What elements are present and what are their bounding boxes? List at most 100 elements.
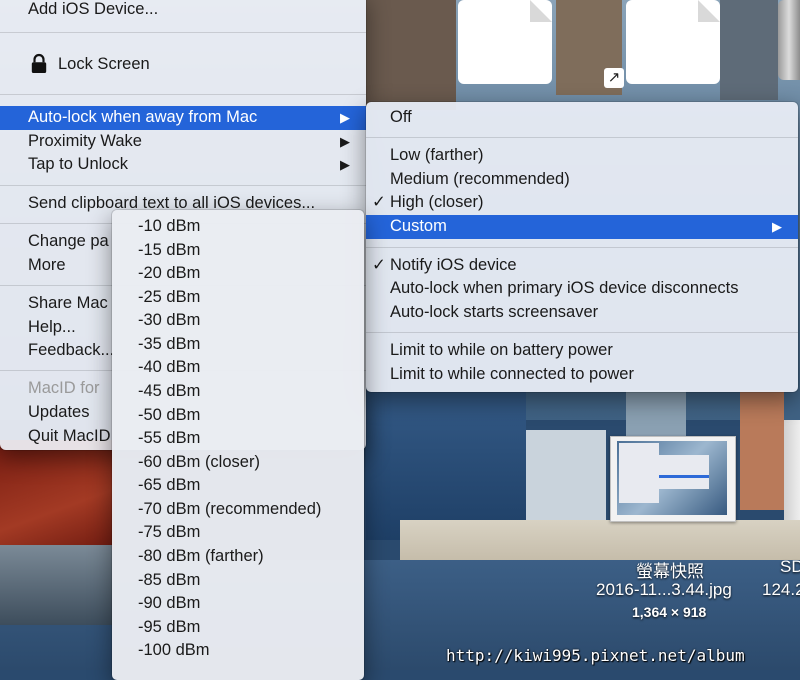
wallpaper-building (366, 390, 526, 540)
wallpaper-boat (0, 545, 112, 625)
menu-item-dbm[interactable]: -30 dBm (112, 309, 364, 333)
menu-separator (0, 32, 366, 33)
menu-item-dbm[interactable]: -35 dBm (112, 333, 364, 357)
menu-separator (0, 185, 366, 186)
menu-item-label: -85 dBm (138, 571, 201, 589)
menu-item-auto-lock-away[interactable]: Auto-lock when away from Mac ▶ (0, 106, 366, 130)
menu-separator (366, 137, 798, 138)
file-fold-icon (698, 0, 720, 22)
menu-item-auto-lock-primary-disconnects[interactable]: Auto-lock when primary iOS device discon… (366, 277, 798, 301)
screenshot-file-thumbnail[interactable] (610, 436, 736, 522)
menu-item-label: -25 dBm (138, 288, 201, 306)
menu-item-proximity-wake[interactable]: Proximity Wake ▶ (0, 130, 366, 154)
menu-item-auto-lock-screensaver[interactable]: Auto-lock starts screensaver (366, 301, 798, 325)
menu-item-label: More (28, 256, 66, 274)
disk-drive-icon[interactable] (778, 0, 800, 80)
menu-item-label: Auto-lock starts screensaver (390, 303, 599, 321)
menu-item-high-closer[interactable]: ✓ High (closer) (366, 191, 798, 215)
submenu-arrow-icon: ▶ (340, 134, 350, 149)
menu-item-label: -70 dBm (recommended) (138, 500, 322, 518)
screenshot-file-title[interactable]: 螢幕快照 (636, 557, 704, 582)
thumbnail-menu (619, 443, 659, 503)
submenu-arrow-icon: ▶ (340, 157, 350, 172)
menu-item-dbm[interactable]: -10 dBm (112, 215, 364, 239)
menu-item-dbm[interactable]: -45 dBm (112, 380, 364, 404)
menu-separator (0, 94, 366, 95)
menu-item-label: Limit to while on battery power (390, 341, 613, 359)
menu-item-dbm[interactable]: -100 dBm (112, 639, 364, 663)
menu-item-label: -10 dBm (138, 217, 201, 235)
wallpaper-building (740, 390, 784, 510)
menu-item-dbm[interactable]: -40 dBm (112, 356, 364, 380)
menu-item-dbm[interactable]: -60 dBm (closer) (112, 451, 364, 475)
screenshot-file-dimensions: 1,364 × 918 (632, 604, 707, 620)
menu-item-label: Custom (390, 217, 447, 235)
menu-item-label: -95 dBm (138, 618, 201, 636)
menu-item-label: -35 dBm (138, 335, 201, 353)
menu-item-notify-ios-device[interactable]: ✓ Notify iOS device (366, 254, 798, 278)
file-fold-icon (530, 0, 552, 22)
desktop-file-icon[interactable] (458, 0, 552, 84)
auto-lock-submenu: Off Low (farther) Medium (recommended) ✓… (366, 102, 798, 392)
menu-item-tap-to-unlock[interactable]: Tap to Unlock ▶ (0, 153, 366, 177)
menu-item-dbm[interactable]: -55 dBm (112, 427, 364, 451)
watermark: http://kiwi995.pixnet.net/album (446, 646, 745, 665)
desktop-file-alias-icon[interactable] (626, 0, 720, 84)
menu-item-dbm[interactable]: -95 dBm (112, 616, 364, 640)
menu-item-label: MacID for (28, 379, 100, 397)
menu-item-label: Quit MacID (28, 427, 111, 445)
partial-file-size: 124.2 (762, 580, 800, 599)
menu-item-label: -50 dBm (138, 406, 201, 424)
menu-item-dbm[interactable]: -25 dBm (112, 286, 364, 310)
menu-item-label: -15 dBm (138, 241, 201, 259)
wallpaper-building (366, 0, 456, 110)
checkmark-icon: ✓ (372, 193, 386, 211)
menu-item-limit-connected-power[interactable]: Limit to while connected to power (366, 363, 798, 387)
menu-separator (366, 332, 798, 333)
wallpaper-building (720, 0, 778, 100)
menu-item-label: High (closer) (390, 193, 484, 211)
menu-item-dbm[interactable]: -70 dBm (recommended) (112, 498, 364, 522)
menu-item-custom[interactable]: Custom ▶ (366, 215, 798, 239)
checkmark-icon: ✓ (372, 256, 386, 274)
menu-item-label: Proximity Wake (28, 132, 142, 150)
menu-item-add-ios-device[interactable]: Add iOS Device... (0, 0, 366, 22)
menu-item-lock-screen[interactable]: Lock Screen (0, 53, 366, 77)
menu-item-dbm[interactable]: -90 dBm (112, 592, 364, 616)
menu-item-label: -40 dBm (138, 358, 201, 376)
menu-item-dbm[interactable]: -15 dBm (112, 239, 364, 263)
screenshot-file-name[interactable]: 2016-11...3.44.jpg (596, 580, 732, 600)
custom-dbm-submenu: -10 dBm -15 dBm -20 dBm -25 dBm -30 dBm … (112, 210, 364, 680)
menu-item-label: Help... (28, 318, 76, 336)
menu-item-dbm[interactable]: -80 dBm (farther) (112, 545, 364, 569)
menu-item-label: Low (farther) (390, 146, 484, 164)
partial-file-icon[interactable] (784, 420, 800, 520)
menu-item-low-farther[interactable]: Low (farther) (366, 144, 798, 168)
menu-item-label: Off (390, 108, 412, 126)
menu-item-label: Auto-lock when away from Mac (28, 108, 258, 126)
menu-item-label: Change pa (28, 232, 109, 250)
menu-item-limit-battery-power[interactable]: Limit to while on battery power (366, 339, 798, 363)
menu-item-label: -75 dBm (138, 523, 201, 541)
partial-file-label[interactable]: SD (780, 557, 800, 577)
menu-item-dbm[interactable]: -75 dBm (112, 521, 364, 545)
alias-arrow-icon: ↗ (604, 68, 624, 88)
menu-item-label: -55 dBm (138, 429, 201, 447)
menu-item-label: -20 dBm (138, 264, 201, 282)
menu-item-dbm[interactable]: -20 dBm (112, 262, 364, 286)
menu-item-off[interactable]: Off (366, 106, 798, 130)
menu-item-label: Feedback... (28, 341, 115, 359)
menu-separator (366, 247, 798, 248)
menu-item-label: Updates (28, 403, 90, 421)
menu-item-label: Notify iOS device (390, 256, 517, 274)
menu-item-label: -90 dBm (138, 594, 201, 612)
menu-item-label: Tap to Unlock (28, 155, 128, 173)
menu-item-dbm[interactable]: -85 dBm (112, 569, 364, 593)
menu-item-medium-recommended[interactable]: Medium (recommended) (366, 168, 798, 192)
submenu-arrow-icon: ▶ (772, 219, 782, 234)
menu-item-label: Lock Screen (58, 55, 150, 73)
wallpaper-building (526, 430, 606, 530)
menu-item-dbm[interactable]: -50 dBm (112, 404, 364, 428)
menu-item-dbm[interactable]: -65 dBm (112, 474, 364, 498)
menu-item-label: -65 dBm (138, 476, 201, 494)
